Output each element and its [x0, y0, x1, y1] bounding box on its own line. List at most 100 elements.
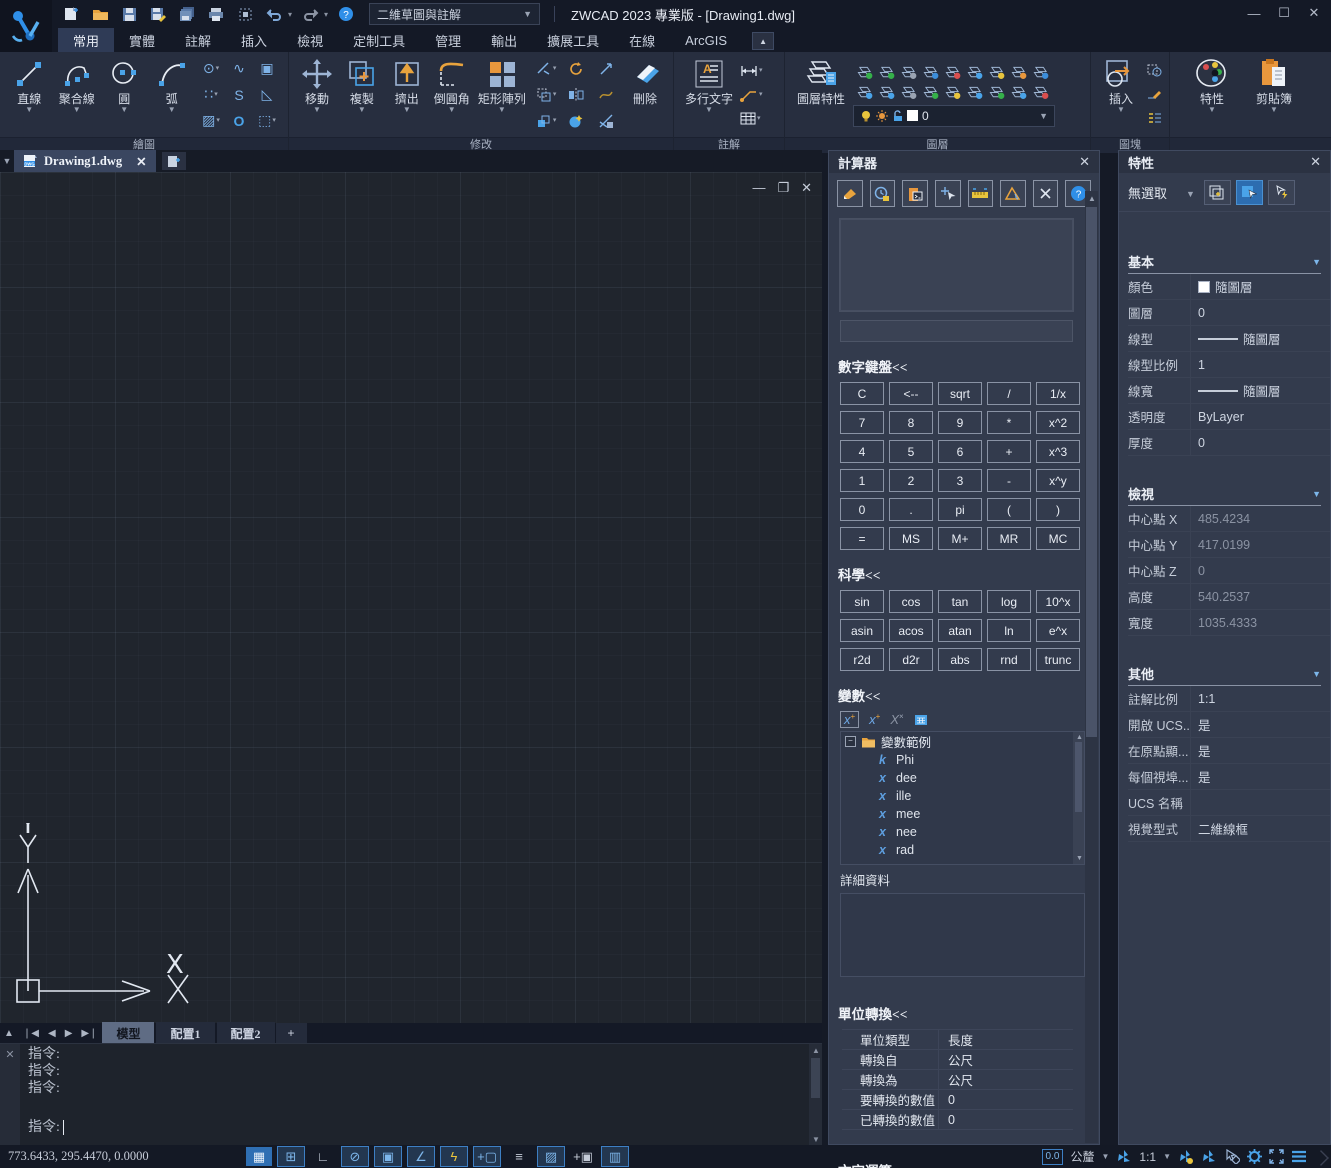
- calc-key-4[interactable]: 4: [840, 440, 884, 463]
- command-close-icon[interactable]: ✕: [5, 1049, 14, 1061]
- scroll-down-icon[interactable]: ▼: [1076, 855, 1083, 862]
- new-variable-icon[interactable]: x+: [840, 711, 859, 728]
- clipboard-button[interactable]: 剪貼簿 ▼: [1250, 53, 1298, 136]
- sphere-icon[interactable]: [568, 113, 584, 129]
- calc-key-MR[interactable]: MR: [987, 527, 1031, 550]
- variable-item[interactable]: xmee: [841, 805, 1084, 823]
- variable-item[interactable]: xnee: [841, 823, 1084, 841]
- add-layout-icon[interactable]: +: [276, 1023, 307, 1043]
- prop-value[interactable]: 1035.4333: [1190, 610, 1330, 635]
- calc-key-5[interactable]: 5: [889, 440, 933, 463]
- calc-key-x^3[interactable]: x^3: [1036, 440, 1080, 463]
- calc-key-e^x[interactable]: e^x: [1036, 619, 1080, 642]
- viewport-icon[interactable]: ▥: [601, 1146, 629, 1167]
- ortho-icon[interactable]: ∟: [310, 1147, 336, 1166]
- layer-tool-icon[interactable]: [1032, 65, 1049, 80]
- rect-array-button[interactable]: 矩形陣列 ▼: [476, 53, 528, 136]
- gear-icon[interactable]: [1247, 1149, 1262, 1164]
- properties-close-icon[interactable]: ✕: [1310, 154, 1321, 170]
- doc-close-icon[interactable]: ✕: [801, 180, 812, 196]
- chevron-down-icon[interactable]: ▼: [1208, 106, 1216, 114]
- chevron-down-icon[interactable]: ▼: [1101, 1152, 1109, 1161]
- move-button[interactable]: 移動 ▼: [296, 53, 338, 136]
- fullscreen-icon[interactable]: [1269, 1149, 1284, 1164]
- calc-key-trunc[interactable]: trunc: [1036, 648, 1080, 671]
- menu-tab[interactable]: 在線: [614, 28, 670, 52]
- dynamic-input-icon[interactable]: +▢: [473, 1146, 501, 1167]
- layer-tool-icon[interactable]: [944, 65, 961, 80]
- layer-tool-icon[interactable]: [878, 65, 895, 80]
- redo-dropdown-icon[interactable]: ▾: [324, 10, 328, 19]
- calc-key-x^2[interactable]: x^2: [1036, 411, 1080, 434]
- point-icon[interactable]: ⊙▾: [203, 60, 219, 77]
- units-section-label[interactable]: 單位轉換<<: [838, 1003, 1099, 1023]
- doc-minimize-icon[interactable]: —: [752, 180, 765, 196]
- calc-key-0[interactable]: 0: [840, 498, 884, 521]
- calc-key-/[interactable]: /: [987, 382, 1031, 405]
- prop-value[interactable]: 是: [1190, 738, 1330, 763]
- trim-icon[interactable]: ▾: [536, 61, 557, 77]
- variable-item[interactable]: xvee: [841, 859, 1084, 865]
- auto-annotation-icon[interactable]: [1201, 1149, 1217, 1164]
- line-button[interactable]: 直線 ▼: [7, 53, 52, 136]
- command-prompt[interactable]: 指令:: [28, 1119, 64, 1136]
- quick-select-icon[interactable]: [1204, 180, 1231, 205]
- stretch-multiple-icon[interactable]: ▾: [536, 113, 557, 129]
- variables-tree[interactable]: − 變數範例 kPhixdeexillexmeexneexradxvee ▲ ▼: [840, 731, 1085, 865]
- layout-tab[interactable]: 配置2: [217, 1022, 275, 1045]
- variable-item[interactable]: xille: [841, 787, 1084, 805]
- layer-properties-button[interactable]: 圖層特性: [792, 53, 850, 136]
- variable-item[interactable]: kPhi: [841, 751, 1084, 769]
- chevron-down-icon[interactable]: ▼: [73, 106, 81, 114]
- calc-key-9[interactable]: 9: [938, 411, 982, 434]
- layer-tool-icon[interactable]: [922, 65, 939, 80]
- calculator-input[interactable]: [840, 320, 1073, 342]
- paste-to-command-icon[interactable]: [902, 180, 928, 207]
- hatch-icon[interactable]: ▨▾: [202, 112, 220, 129]
- maximize-button[interactable]: ☐: [1269, 0, 1299, 26]
- plot-preview-icon[interactable]: [234, 4, 256, 24]
- donut-icon[interactable]: O: [234, 113, 245, 129]
- expand-up-icon[interactable]: ▲: [0, 1028, 18, 1039]
- layout-tab[interactable]: 模型: [102, 1022, 154, 1045]
- annotation-visibility-icon[interactable]: [1178, 1149, 1194, 1164]
- object-snap-tracking-icon[interactable]: ∠: [407, 1146, 435, 1167]
- chevron-down-icon[interactable]: ▼: [120, 106, 128, 114]
- properties-title-bar[interactable]: 特性 ✕: [1119, 151, 1330, 173]
- prop-value[interactable]: 485.4234: [1190, 506, 1330, 531]
- circle-button[interactable]: 圓 ▼: [102, 53, 147, 136]
- layer-tool-icon[interactable]: [856, 65, 873, 80]
- calc-key-3[interactable]: 3: [938, 469, 982, 492]
- annotation-scale-value[interactable]: 1:1: [1139, 1150, 1156, 1164]
- layer-tool-icon[interactable]: [966, 65, 983, 80]
- layer-tool-icon[interactable]: [1010, 65, 1027, 80]
- chevron-down-icon[interactable]: ▼: [705, 106, 713, 114]
- calc-key-*[interactable]: *: [987, 411, 1031, 434]
- selection-cycling-icon[interactable]: [1224, 1149, 1240, 1164]
- fillet-button[interactable]: 倒圓角 ▼: [431, 53, 473, 136]
- scroll-thumb[interactable]: [1075, 742, 1082, 812]
- chevron-down-icon[interactable]: ▼: [358, 106, 366, 114]
- command-history[interactable]: 指令:指令:指令: 指令:: [20, 1044, 809, 1146]
- drawing-canvas[interactable]: — ❐ ✕ Y X: [0, 172, 822, 1023]
- last-layout-icon[interactable]: ▶❘: [77, 1028, 101, 1039]
- chevron-down-icon[interactable]: ▼: [1270, 106, 1278, 114]
- block-attributes-icon[interactable]: [1147, 112, 1162, 125]
- scroll-up-icon[interactable]: ▲: [812, 1046, 820, 1055]
- new-file-icon[interactable]: [60, 4, 82, 24]
- calculator-scrollbar[interactable]: ▲: [1085, 191, 1098, 1143]
- calc-key-cos[interactable]: cos: [889, 590, 933, 613]
- create-block-icon[interactable]: [1147, 64, 1162, 77]
- history-icon[interactable]: [870, 180, 896, 207]
- calc-key-1/x[interactable]: 1/x: [1036, 382, 1080, 405]
- chevron-down-icon[interactable]: ▼: [498, 106, 506, 114]
- calc-key-d2r[interactable]: d2r: [889, 648, 933, 671]
- measure-angle-icon[interactable]: [1000, 180, 1026, 207]
- chevron-down-icon[interactable]: ▼: [448, 106, 456, 114]
- transparency-icon[interactable]: ▨: [537, 1146, 565, 1167]
- scroll-thumb[interactable]: [1086, 207, 1097, 737]
- chevron-down-icon[interactable]: ▼: [168, 106, 176, 114]
- selection-dropdown[interactable]: 無選取: [1128, 183, 1167, 202]
- undo-dropdown-icon[interactable]: ▾: [288, 10, 292, 19]
- calc-key-C[interactable]: C: [840, 382, 884, 405]
